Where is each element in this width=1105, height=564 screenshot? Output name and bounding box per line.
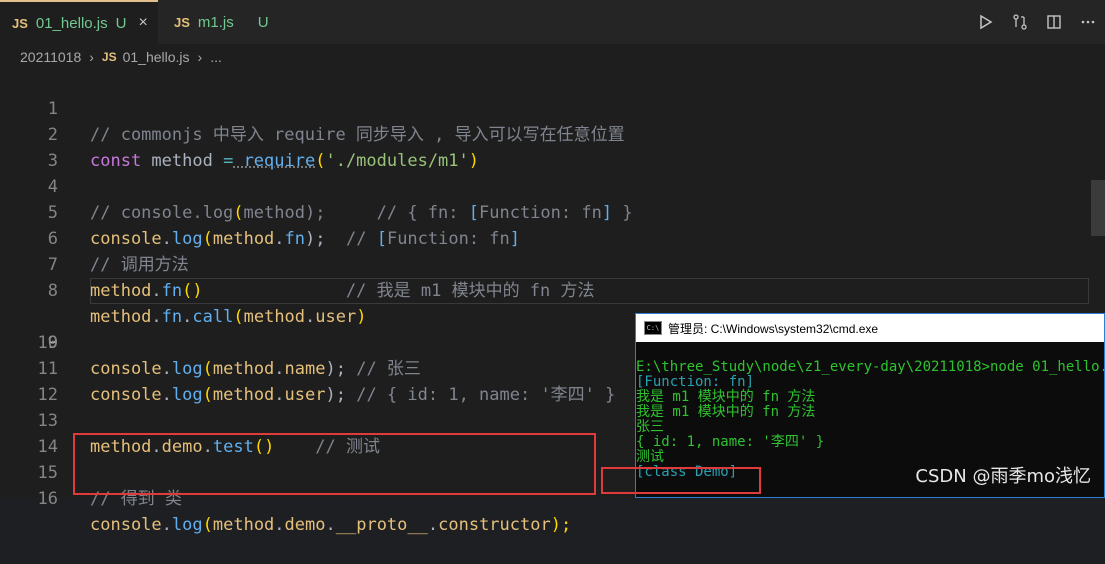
cmd-title-bar[interactable]: C:\ 管理员: C:\Windows\system32\cmd.exe: [636, 314, 1104, 342]
cmd-output-line: 我是 m1 模块中的 fn 方法: [636, 389, 816, 405]
tab-m1-js[interactable]: JS m1.js U: [158, 0, 288, 44]
current-line-highlight: [90, 278, 1089, 304]
breadcrumb: 20211018 › JS 01_hello.js › ...: [0, 44, 1105, 70]
code-line: 8 method.fn.call(method.user): [0, 252, 1105, 327]
js-file-icon: JS: [12, 15, 28, 31]
cmd-output-line: 张三: [636, 419, 664, 435]
chevron-right-icon: ›: [197, 49, 203, 65]
breadcrumb-folder[interactable]: 20211018: [20, 49, 81, 65]
editor-actions: [969, 0, 1105, 44]
code-text: console.log(method.demo.__proto__.constr…: [90, 515, 572, 535]
line-number: 16: [37, 489, 58, 509]
code-line: 7 method.fn() // 我是 m1 模块中的 fn 方法: [0, 226, 1105, 301]
code-line: 3: [0, 122, 1105, 171]
run-icon[interactable]: [976, 12, 996, 32]
untracked-badge: U: [115, 14, 127, 32]
split-editor-icon[interactable]: [1044, 12, 1064, 32]
close-icon[interactable]: ×: [138, 14, 147, 32]
tab-label: 01_hello.js: [35, 14, 108, 32]
js-file-icon: JS: [101, 50, 117, 64]
cmd-output: E:\three_Study\node\z1_every-day\2021101…: [636, 342, 1104, 480]
breadcrumb-symbol[interactable]: ...: [210, 49, 222, 65]
highlight-box-code: [73, 433, 596, 495]
cmd-output-line: { id: 1, name: '李四' }: [636, 434, 825, 450]
code-line: 4 // console.log(method); // { fn: [Func…: [0, 148, 1105, 223]
cmd-title: 管理员: C:\Windows\system32\cmd.exe: [668, 321, 879, 336]
watermark: CSDN @雨季mo浅忆: [915, 466, 1091, 487]
highlight-box-output: [601, 467, 761, 494]
code-line-current: 9: [0, 278, 1105, 353]
js-file-icon: JS: [174, 14, 190, 30]
more-icon[interactable]: [1078, 12, 1098, 32]
tab-bar: JS 01_hello.js U × JS m1.js U: [0, 0, 1105, 44]
code-line: 2 const method = require('./modules/m1'): [0, 96, 1105, 171]
cmd-output-line: E:\three_Study\node\z1_every-day\2021101…: [636, 359, 1105, 375]
cmd-output-line: 我是 m1 模块中的 fn 方法: [636, 404, 816, 420]
code-line: 6 // 调用方法: [0, 200, 1105, 275]
cmd-icon: C:\: [644, 321, 662, 335]
code-line: 5 console.log(method.fn); // [Function: …: [0, 174, 1105, 249]
untracked-badge: U: [257, 13, 269, 31]
code-line: 1 // commonjs 中导入 require 同步导入 , 导入可以写在任…: [0, 70, 1105, 145]
tab-label: m1.js: [197, 13, 234, 31]
compare-icon[interactable]: [1010, 12, 1030, 32]
chevron-right-icon: ›: [89, 49, 94, 65]
cmd-output-line: [Function: fn]: [636, 374, 755, 390]
breadcrumb-file[interactable]: 01_hello.js: [123, 49, 190, 65]
tab-01-hello-js[interactable]: JS 01_hello.js U ×: [0, 0, 158, 44]
